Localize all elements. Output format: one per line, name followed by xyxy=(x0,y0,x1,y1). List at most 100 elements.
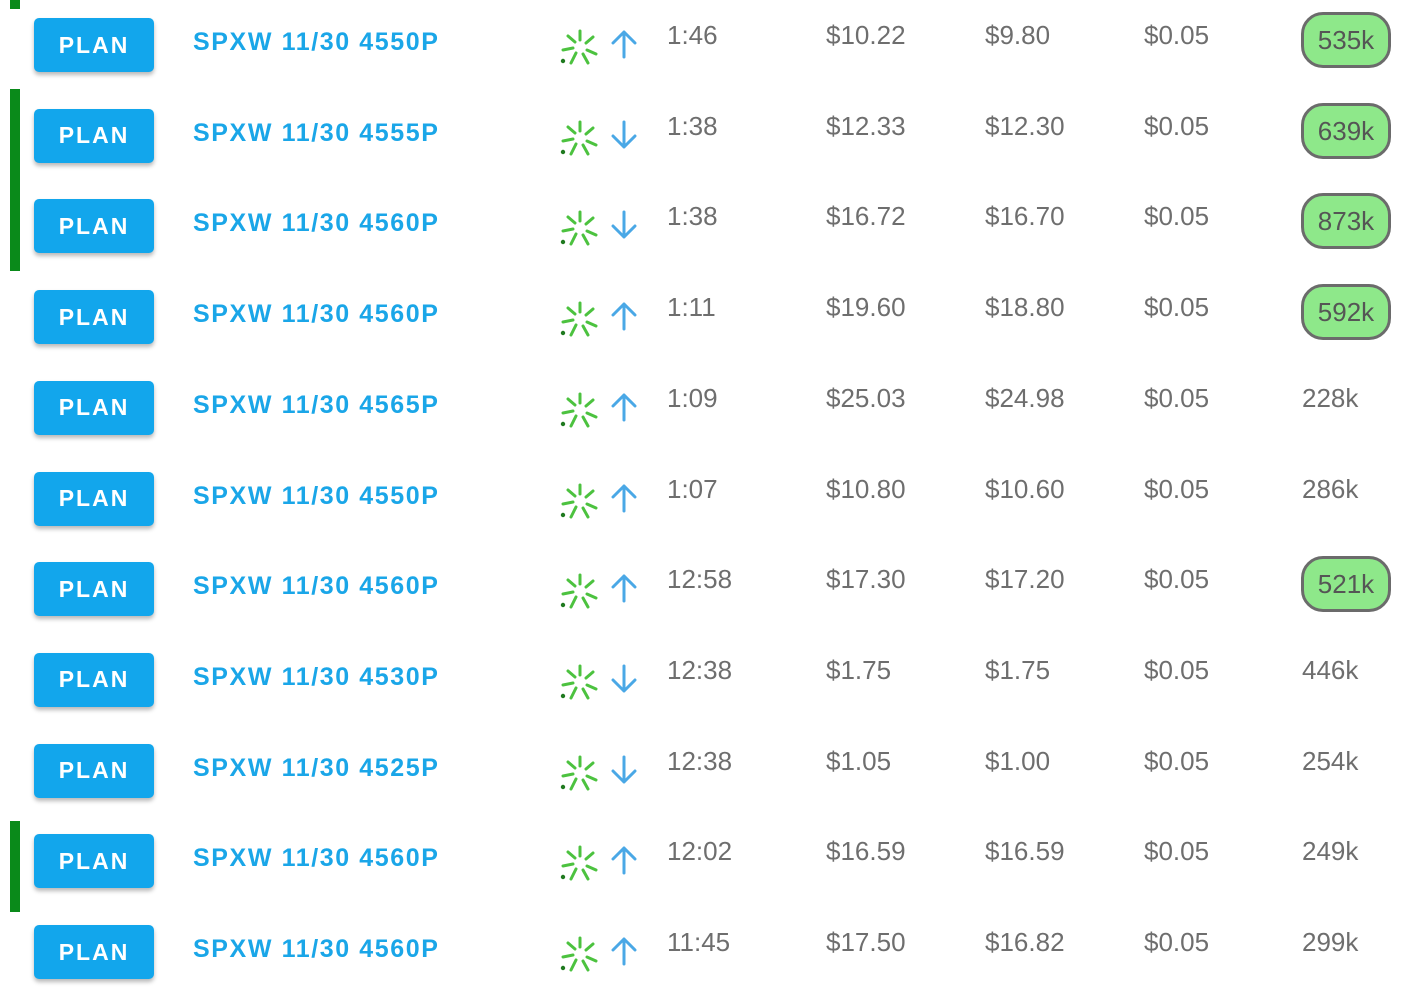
sweep-burst-icon xyxy=(560,29,598,65)
trade-time: 12:58 xyxy=(667,564,733,595)
plan-button[interactable]: PLAN xyxy=(34,925,154,979)
volume-highlight-badge: 873k xyxy=(1301,193,1391,250)
bid-price: $10.60 xyxy=(985,473,1065,504)
trade-time: 12:38 xyxy=(667,654,733,685)
volume-value: 299k xyxy=(1302,927,1359,957)
ask-price: $0.05 xyxy=(1144,836,1210,867)
volume-value: 286k xyxy=(1302,473,1359,504)
trade-price: $16.59 xyxy=(826,836,906,867)
trade-price: $12.33 xyxy=(826,110,906,141)
volume-highlight-badge: 521k xyxy=(1301,556,1391,613)
trade-price: $17.50 xyxy=(826,927,906,957)
arrow-up-icon xyxy=(611,393,637,422)
volume-highlight-badge: 639k xyxy=(1301,102,1391,159)
table-row: PLAN SPXW 11/30 4550P 1:07 $10.80 $10.60 $0.0… xyxy=(0,444,1426,535)
trade-time: 1:38 xyxy=(667,110,718,141)
bid-price: $12.30 xyxy=(985,110,1065,141)
sweep-burst-icon xyxy=(560,120,598,156)
arrow-up-icon xyxy=(611,484,637,512)
sweep-burst-icon xyxy=(560,755,598,791)
trade-price: $1.75 xyxy=(826,654,892,685)
option-symbol-link[interactable]: SPXW 11/30 4560P xyxy=(193,572,440,601)
option-symbol-link[interactable]: SPXW 11/30 4550P xyxy=(193,482,440,511)
arrow-down-icon xyxy=(611,120,637,149)
bid-price: $16.59 xyxy=(985,836,1065,867)
volume-value: 446k xyxy=(1302,654,1359,685)
ask-price: $0.05 xyxy=(1144,382,1210,413)
plan-button[interactable]: PLAN xyxy=(34,18,154,72)
arrow-up-icon xyxy=(611,937,637,966)
trade-time: 1:38 xyxy=(667,201,718,232)
table-row: PLAN SPXW 11/30 4555P 1:38 $12.33 $12.30 $0.0… xyxy=(0,81,1426,172)
table-row: PLAN SPXW 11/30 4560P 1:11 $19.60 $18.80 $0.0… xyxy=(0,262,1426,353)
option-symbol-link[interactable]: SPXW 11/30 4530P xyxy=(193,663,440,692)
plan-button[interactable]: PLAN xyxy=(34,834,154,889)
ask-price: $0.05 xyxy=(1144,564,1210,595)
bid-price: $24.98 xyxy=(985,382,1065,413)
option-symbol-link[interactable]: SPXW 11/30 4560P xyxy=(193,300,440,329)
arrow-down-icon xyxy=(611,210,637,239)
volume-value: 254k xyxy=(1302,745,1359,776)
option-symbol-link[interactable]: SPXW 11/30 4560P xyxy=(193,935,440,964)
option-symbol-link[interactable]: SPXW 11/30 4560P xyxy=(193,844,440,873)
option-symbol-link[interactable]: SPXW 11/30 4565P xyxy=(193,391,440,420)
plan-button[interactable]: PLAN xyxy=(34,380,154,435)
plan-button[interactable]: PLAN xyxy=(34,199,154,254)
trade-price: $10.22 xyxy=(826,20,906,50)
bid-price: $16.70 xyxy=(985,201,1065,232)
bid-price: $9.80 xyxy=(985,20,1051,50)
table-row: PLAN SPXW 11/30 4560P 12:02 $16.59 $16.59 $0.… xyxy=(0,806,1426,913)
table-row: PLAN SPXW 11/30 4565P 1:09 $25.03 $24.98 $0.0… xyxy=(0,353,1426,444)
sweep-burst-icon xyxy=(560,573,598,609)
trade-time: 1:09 xyxy=(667,382,718,413)
trade-price: $1.05 xyxy=(826,745,892,776)
ask-price: $0.05 xyxy=(1144,20,1210,50)
plan-button[interactable]: PLAN xyxy=(34,562,154,617)
volume-value: 228k xyxy=(1302,382,1359,413)
option-symbol-link[interactable]: SPXW 11/30 4560P xyxy=(193,209,440,238)
bid-price: $1.00 xyxy=(985,745,1051,776)
trade-price: $25.03 xyxy=(826,382,906,413)
sweep-burst-icon xyxy=(560,392,598,428)
option-symbol-link[interactable]: SPXW 11/30 4550P xyxy=(193,28,440,57)
ask-price: $0.05 xyxy=(1144,927,1210,957)
table-row: PLAN SPXW 11/30 4560P 11:45 $17.50 $16.82 $0.… xyxy=(0,897,1426,988)
plan-button[interactable]: PLAN xyxy=(34,743,154,798)
plan-button[interactable]: PLAN xyxy=(34,652,154,707)
trade-price: $16.72 xyxy=(826,201,906,232)
table-row: PLAN SPXW 11/30 4550P 1:46 $10.22 $9.80 $0.05… xyxy=(0,0,1426,81)
volume-highlight-badge: 535k xyxy=(1301,12,1391,68)
row-marker-bar xyxy=(10,0,20,9)
option-symbol-link[interactable]: SPXW 11/30 4555P xyxy=(193,119,440,148)
plan-button[interactable]: PLAN xyxy=(34,290,154,345)
row-marker-bar xyxy=(10,171,20,272)
trade-time: 1:07 xyxy=(667,473,718,504)
sweep-burst-icon xyxy=(560,301,598,337)
sweep-burst-icon xyxy=(560,664,598,700)
volume-highlight-badge: 592k xyxy=(1301,284,1391,341)
trade-price: $10.80 xyxy=(826,473,906,504)
trade-time: 12:02 xyxy=(667,836,733,867)
bid-price: $16.82 xyxy=(985,927,1065,957)
arrow-up-icon xyxy=(611,302,637,331)
sweep-burst-icon xyxy=(560,845,598,881)
arrow-down-icon xyxy=(611,664,637,693)
arrow-up-icon xyxy=(611,30,637,59)
sweep-burst-icon xyxy=(560,210,598,246)
trade-price: $17.30 xyxy=(826,564,906,595)
plan-button[interactable]: PLAN xyxy=(34,471,154,526)
arrow-up-icon xyxy=(611,574,637,603)
ask-price: $0.05 xyxy=(1144,745,1210,776)
trade-time: 11:45 xyxy=(667,927,731,957)
bid-price: $17.20 xyxy=(985,564,1065,595)
row-marker-bar xyxy=(10,88,20,172)
trade-time: 1:46 xyxy=(667,20,718,50)
ask-price: $0.05 xyxy=(1144,292,1210,323)
sweep-burst-icon xyxy=(560,936,598,972)
option-symbol-link[interactable]: SPXW 11/30 4525P xyxy=(193,754,440,783)
table-row: PLAN SPXW 11/30 4560P 12:58 $17.30 $17.20 $0.… xyxy=(0,534,1426,625)
table-row: PLAN SPXW 11/30 4525P 12:38 $1.05 $1.00 $0.05… xyxy=(0,716,1426,807)
trade-price: $19.60 xyxy=(826,292,906,323)
plan-button[interactable]: PLAN xyxy=(34,108,154,163)
volume-value: 249k xyxy=(1302,836,1359,867)
